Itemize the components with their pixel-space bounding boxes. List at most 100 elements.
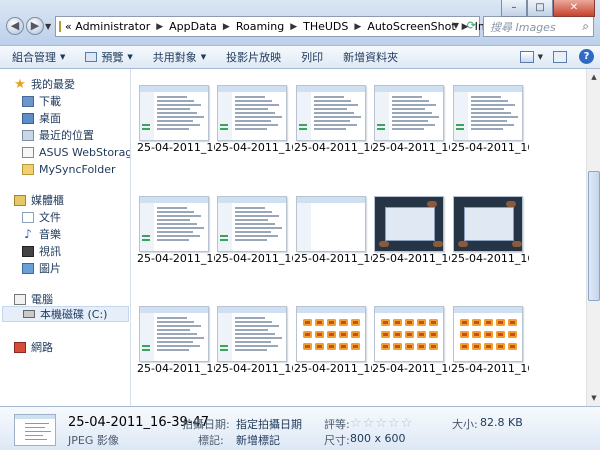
preview-label: 預覽	[101, 51, 124, 64]
hard-drive-icon	[23, 310, 35, 318]
file-name: 25-04-2011_16-...	[451, 362, 529, 375]
scroll-down-icon[interactable]: ▼	[588, 391, 600, 405]
nav-local-disk-c[interactable]: 本機磁碟 (C:)	[2, 306, 129, 322]
tags-value[interactable]: 新增標記	[236, 432, 280, 448]
recent-pages-dropdown-icon[interactable]: ▼	[45, 22, 53, 31]
tags-label: 標記:	[198, 434, 224, 447]
file-item[interactable]: 25-04-2011_16-...	[372, 85, 450, 154]
nav-favorites[interactable]: ★ 我的最愛	[14, 76, 75, 92]
preview-button[interactable]: 預覽 ▼	[75, 49, 142, 65]
organize-button[interactable]: 組合管理 ▼	[0, 49, 75, 65]
maximize-button[interactable]: □	[527, 0, 553, 17]
image-thumbnail	[217, 196, 287, 252]
slideshow-button[interactable]: 投影片放映	[216, 49, 291, 65]
file-item[interactable]: 25-04-2011_16-...	[294, 85, 372, 154]
breadcrumb-separator-icon[interactable]: ▶	[156, 22, 163, 32]
file-item[interactable]: 25-04-2011_16-...	[215, 306, 293, 375]
chevron-down-icon: ▼	[60, 53, 66, 61]
nav-label: 下載	[39, 95, 61, 108]
nav-desktop[interactable]: 桌面	[22, 110, 61, 126]
image-thumbnail	[453, 85, 523, 141]
window-controls: – □ ✕	[501, 0, 595, 17]
date-taken-value[interactable]: 指定拍攝日期	[236, 416, 302, 432]
breadcrumb-separator-icon[interactable]: ▶	[354, 22, 361, 32]
scrollbar-thumb[interactable]	[588, 171, 600, 301]
desktop-icon	[22, 112, 34, 124]
address-dropdown-icon[interactable]: ▼	[453, 21, 459, 30]
file-name: 25-04-2011_16-...	[215, 252, 293, 265]
file-item[interactable]: 25-04-2011_16-...	[451, 85, 529, 154]
nav-label: 視訊	[39, 245, 61, 258]
forward-button[interactable]: ▶	[26, 17, 44, 35]
view-options-dropdown-icon[interactable]: ▼	[538, 53, 543, 61]
nav-network[interactable]: 網路	[14, 339, 53, 355]
rating-stars[interactable]: ☆☆☆☆☆	[350, 416, 413, 431]
nav-downloads[interactable]: 下載	[22, 93, 61, 109]
navigation-pane: ★ 我的最愛 下載 桌面 最近的位置 ASUS WebStorage Dr MyS…	[0, 69, 131, 406]
downloads-folder-icon	[22, 95, 34, 107]
image-thumbnail	[217, 306, 287, 362]
breadcrumb-separator-icon[interactable]: ▶	[290, 22, 297, 32]
details-pane: 25-04-2011_16-39-47 JPEG 影像 拍攝日期: 指定拍攝日期…	[0, 406, 600, 450]
file-item[interactable]: 25-04-2011_16-...	[137, 196, 215, 265]
file-item[interactable]: 25-04-2011_16-...	[451, 306, 529, 375]
date-taken-label: 拍攝日期:	[182, 418, 230, 431]
nav-label: 圖片	[39, 262, 61, 275]
breadcrumb-item[interactable]: THeUDS	[303, 20, 348, 33]
preview-icon	[85, 52, 98, 62]
nav-mysyncfolder[interactable]: MySyncFolder	[22, 161, 116, 177]
file-item[interactable]: 25-04-2011_16-...	[215, 196, 293, 265]
size-value: 82.8 KB	[480, 416, 523, 429]
help-icon[interactable]: ?	[579, 49, 594, 64]
size-label: 大小:	[452, 418, 478, 431]
vertical-scrollbar[interactable]: ▲ ▼	[586, 69, 600, 406]
back-button[interactable]: ◀	[6, 17, 24, 35]
file-item[interactable]: 25-04-2011_16-...	[215, 85, 293, 154]
breadcrumb-item[interactable]: AutoScreenShot	[367, 20, 455, 33]
file-item[interactable]: 25-04-2011_16-...	[372, 196, 450, 265]
search-input[interactable]: 搜尋 Images ⌕	[483, 16, 594, 37]
preview-pane-icon[interactable]	[553, 50, 567, 63]
change-view-icon[interactable]	[519, 50, 534, 63]
close-button[interactable]: ✕	[553, 0, 595, 17]
image-thumbnail	[453, 196, 523, 252]
breadcrumb-item[interactable]: Administrator	[75, 20, 150, 33]
nav-music[interactable]: ♪ 音樂	[22, 226, 61, 242]
image-thumbnail	[374, 85, 444, 141]
breadcrumb-item[interactable]: AppData	[169, 20, 217, 33]
nav-label: 網路	[31, 341, 53, 354]
share-button[interactable]: 共用對象 ▼	[143, 49, 216, 65]
breadcrumb-item[interactable]: Roaming	[236, 20, 284, 33]
scroll-up-icon[interactable]: ▲	[588, 70, 600, 84]
print-button[interactable]: 列印	[291, 49, 333, 65]
minimize-button[interactable]: –	[501, 0, 527, 17]
file-name: 25-04-2011_16-...	[451, 141, 529, 154]
videos-icon	[22, 245, 34, 257]
refresh-icon[interactable]: ⟳	[467, 19, 476, 32]
nav-computer[interactable]: 電腦	[14, 291, 53, 307]
file-item[interactable]: 25-04-2011_16-...	[137, 85, 215, 154]
asus-webstorage-icon	[22, 146, 34, 158]
sync-folder-icon	[22, 163, 34, 175]
file-item[interactable]: 25-04-2011_16-...	[294, 196, 372, 265]
address-bar[interactable]: « Administrator ▶ AppData ▶ Roaming ▶ THeUDS ▶ A…	[55, 16, 515, 37]
image-thumbnail	[139, 85, 209, 141]
back-arrow-icon: ◀	[10, 19, 20, 32]
file-name: 25-04-2011_16-...	[372, 362, 450, 375]
nav-pictures[interactable]: 圖片	[22, 260, 61, 276]
nav-videos[interactable]: 視訊	[22, 243, 61, 259]
breadcrumb-separator-icon[interactable]: ▶	[223, 22, 230, 32]
nav-documents[interactable]: 文件	[22, 209, 61, 225]
new-folder-button[interactable]: 新增資料夾	[333, 49, 408, 65]
image-thumbnail	[217, 85, 287, 141]
file-item[interactable]: 25-04-2011_16-...	[451, 196, 529, 265]
file-item[interactable]: 25-04-2011_16-...	[137, 306, 215, 375]
nav-recent[interactable]: 最近的位置	[22, 127, 94, 143]
nav-asus-webstorage[interactable]: ASUS WebStorage Dr	[22, 144, 130, 160]
file-item[interactable]: 25-04-2011_16-...	[372, 306, 450, 375]
file-item[interactable]: 25-04-2011_16-...	[294, 306, 372, 375]
breadcrumb-overflow[interactable]: «	[65, 20, 72, 33]
search-icon[interactable]: ⌕	[582, 19, 589, 34]
nav-libraries[interactable]: 媒體櫃	[14, 192, 64, 208]
command-bar: 組合管理 ▼ 預覽 ▼ 共用對象 ▼ 投影片放映 列印 新增資料夾 ▼ ?	[0, 45, 600, 69]
